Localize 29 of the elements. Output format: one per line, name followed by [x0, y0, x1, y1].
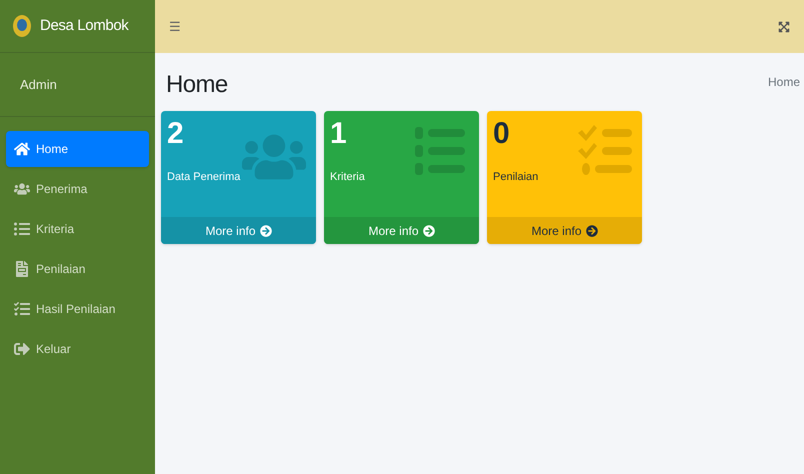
fullscreen-button[interactable] [778, 20, 790, 32]
sidebar-item[interactable]: Penerima [6, 171, 149, 207]
breadcrumb[interactable]: Home [768, 73, 800, 91]
stat-label: Data Penerima [167, 170, 240, 184]
checklist-icon [14, 301, 30, 317]
sidebar-item[interactable]: Penilaian [6, 251, 149, 287]
sidebar-item[interactable]: Hasil Penilaian [6, 291, 149, 327]
stat-value: 1 [330, 116, 348, 152]
more-info-link[interactable]: More info [161, 217, 316, 244]
menu-button[interactable]: ☰ [169, 16, 181, 36]
stat-value: 2 [167, 116, 185, 152]
users-icon [14, 181, 30, 197]
home-icon [14, 141, 30, 157]
document-icon [14, 261, 30, 277]
sidebar-item[interactable]: Kriteria [6, 211, 149, 247]
logo-icon [12, 14, 32, 38]
stat-label: Kriteria [330, 170, 365, 184]
page-title: Home [166, 73, 228, 97]
stat-value: 0 [493, 116, 511, 152]
logout-icon [14, 341, 30, 357]
sidebar-item[interactable]: Home [6, 131, 149, 167]
sidebar-item[interactable]: Keluar [6, 331, 149, 367]
stat-label: Penilaian [493, 170, 538, 184]
more-info-link[interactable]: More info [324, 217, 479, 244]
user-name: Admin [20, 76, 57, 94]
list-icon [14, 221, 30, 237]
checklist-icon [578, 125, 632, 177]
more-info-link[interactable]: More info [487, 217, 642, 244]
brand-title: Desa Lombok [40, 16, 128, 36]
